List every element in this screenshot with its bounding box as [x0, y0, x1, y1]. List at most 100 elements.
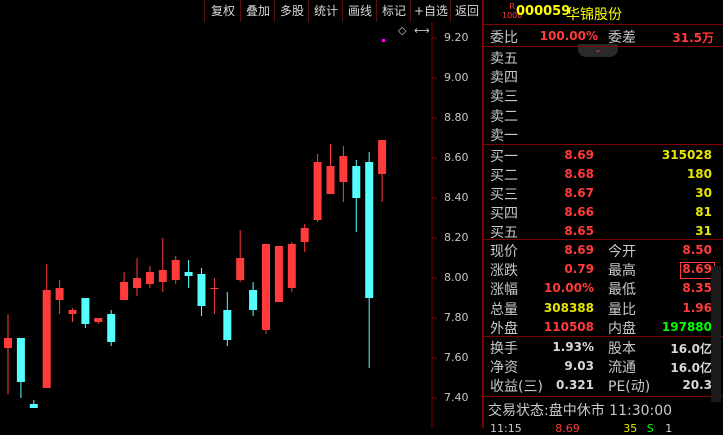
y-label: 7.80 [444, 311, 469, 324]
fund-value: 20.3 [682, 378, 712, 393]
toolbar-button-3[interactable]: 统计 [308, 0, 343, 22]
candle [236, 230, 245, 282]
tick-dir: S [646, 422, 654, 435]
buy-volume: 180 [686, 167, 712, 181]
trade-status-value: 盘中休市 11:30:00 [548, 403, 673, 419]
y-label: 8.60 [444, 151, 469, 164]
candle-body [236, 258, 245, 280]
resize-arrow-icon[interactable]: ⟷ [414, 24, 430, 37]
candle-body [210, 288, 219, 289]
y-label: 7.60 [444, 351, 469, 364]
candle [249, 282, 258, 316]
quote-value: 0.79 [564, 262, 594, 277]
quote-value: 8.50 [682, 243, 712, 257]
candle [133, 258, 141, 296]
candle-body [274, 246, 283, 302]
toolbar-button-7[interactable]: 返回 [450, 0, 483, 22]
quote-label: 最低 [608, 282, 636, 299]
buy-level-label: 买四 [490, 206, 518, 222]
high-highlight-box [680, 262, 715, 279]
candle-body [223, 310, 232, 340]
candle-body [378, 140, 387, 174]
candle [94, 318, 103, 324]
quote-value: 308388 [543, 300, 594, 315]
y-label: 9.20 [444, 31, 469, 44]
sell-level-label: 卖五 [490, 51, 518, 67]
toolbar-button-6[interactable]: +自选 [410, 0, 451, 22]
candle-body [133, 278, 141, 288]
toolbar-button-1[interactable]: 叠加 [240, 0, 275, 22]
quote-label: 外盘 [490, 320, 518, 337]
quote-label: 量比 [608, 301, 636, 318]
y-label: 8.80 [444, 111, 469, 124]
sell-level-label: 卖一 [490, 127, 518, 144]
quote-label: 内盘 [608, 320, 636, 337]
stock-code: 000059 [516, 4, 571, 19]
sell-level-label: 卖二 [490, 108, 518, 125]
candle-body [4, 338, 12, 348]
buy-volume: 315028 [661, 148, 712, 162]
candle [262, 244, 270, 334]
quote-label: 涨幅 [490, 282, 518, 299]
fund-value: 16.0亿 [670, 361, 712, 376]
buy-price: 8.65 [564, 224, 594, 238]
trade-status-label: 交易状态: [488, 403, 549, 419]
candle-body [300, 228, 309, 242]
candle [197, 268, 206, 316]
buy-volume: 81 [695, 205, 712, 219]
toolbar-button-4[interactable]: 画线 [342, 0, 377, 22]
buy-level-label: 买一 [490, 149, 518, 165]
candle [68, 308, 77, 322]
diamond-icon[interactable]: ◇ [398, 24, 406, 37]
candle [120, 272, 129, 300]
quote-label: 现价 [490, 244, 518, 260]
buy-price: 8.66 [564, 205, 594, 219]
quote-label: 今开 [608, 244, 636, 260]
quote-label: 总量 [490, 301, 518, 318]
candle-body [81, 298, 90, 324]
candle-body [94, 318, 103, 322]
candle-body [120, 282, 129, 300]
fund-value: 0.321 [556, 378, 594, 393]
kline-svg [4, 22, 437, 428]
quote-value: 10.00% [544, 281, 594, 296]
candlestick-chart[interactable]: 9.20 9.00 8.80 8.60 8.40 8.20 8.00 7.80 7.60 7.40… [0, 22, 482, 428]
tick-time: 11:15 [490, 422, 522, 435]
candle-body [158, 270, 167, 282]
candle-body [55, 288, 64, 300]
toolbar-button-2[interactable]: 多股 [274, 0, 309, 22]
candle [55, 280, 64, 314]
candle-body [145, 272, 154, 284]
candle [29, 400, 38, 408]
toolbar-button-5[interactable]: 标记 [376, 0, 411, 22]
candle-body [287, 244, 296, 288]
fund-value: 16.0亿 [670, 342, 712, 356]
fund-label: 流通 [608, 360, 636, 377]
scrollbar[interactable] [711, 266, 721, 402]
candle [171, 256, 180, 284]
candle [287, 242, 296, 292]
candle-body [16, 338, 25, 382]
candle-body [184, 272, 193, 276]
y-label: 8.20 [444, 231, 469, 244]
y-label: 7.40 [444, 391, 469, 404]
candle [158, 238, 167, 292]
candle [274, 246, 283, 302]
candle [145, 266, 154, 288]
quote-value: 8.69 [564, 243, 594, 257]
candle [300, 224, 309, 252]
candle [16, 338, 25, 398]
tick-vol: 35 [623, 422, 638, 435]
quote-value: 197880 [661, 319, 712, 334]
candle-body [365, 162, 374, 298]
fund-label: 换手 [490, 341, 518, 357]
weicha-value: 31.5万 [672, 31, 714, 45]
quote-value: 8.35 [682, 281, 712, 296]
buy-price: 8.69 [564, 148, 594, 162]
candle [365, 152, 374, 368]
candle-body [352, 166, 361, 198]
sell-level-label: 卖三 [490, 89, 518, 106]
toolbar-button-0[interactable]: 复权 [204, 0, 241, 22]
buy-level-label: 买二 [490, 168, 518, 184]
fund-value: 9.03 [564, 359, 594, 374]
